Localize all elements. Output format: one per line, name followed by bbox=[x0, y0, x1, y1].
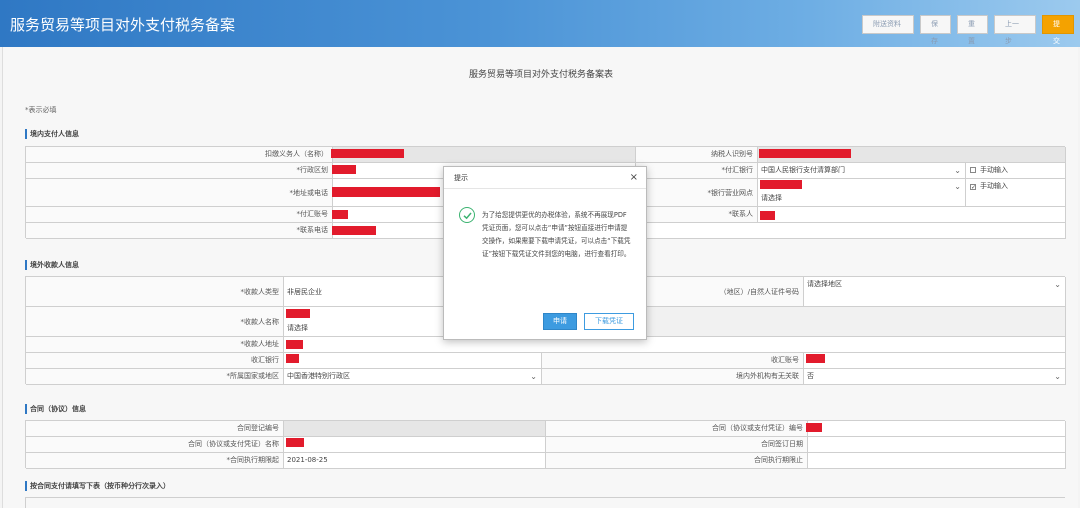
payer-bank-select[interactable]: 中国人民银行支付清算部门 bbox=[758, 163, 966, 179]
save-button[interactable]: 保存 bbox=[920, 15, 951, 45]
reset-button[interactable]: 重置 bbox=[957, 15, 988, 45]
success-check-icon bbox=[459, 207, 475, 223]
close-icon[interactable]: × bbox=[630, 167, 638, 189]
label-bank-branch: *银行营业网点 bbox=[636, 179, 758, 207]
dialog-title: 提示 bbox=[454, 174, 468, 182]
manual-input-1[interactable]: 手动输入 bbox=[966, 163, 1066, 179]
label-payer-bank: *付汇银行 bbox=[636, 163, 758, 179]
payment-table bbox=[25, 497, 1065, 508]
related-select[interactable]: 否 bbox=[804, 369, 1066, 385]
redaction-mark bbox=[331, 149, 404, 158]
notice-dialog: 提示 × 为了给您提供更优的办税体验，系统不再展现PDF凭证页面，您可以点击“申… bbox=[443, 166, 647, 340]
app-header: 服务贸易等项目对外支付税务备案 附送资料 保存 重置 上一步 提交 bbox=[0, 0, 1080, 47]
redaction-mark bbox=[286, 354, 299, 363]
contract-no-field[interactable] bbox=[808, 421, 1066, 437]
redaction-mark bbox=[286, 438, 304, 447]
reg-no-field bbox=[284, 421, 546, 437]
dialog-header: 提示 × bbox=[444, 167, 646, 189]
manual-input-2[interactable]: ✓ 手动输入 bbox=[966, 179, 1066, 207]
redaction-mark bbox=[286, 340, 303, 349]
label-country: *所属国家或地区 bbox=[26, 369, 284, 385]
sign-date-field[interactable] bbox=[808, 437, 1066, 453]
label-exec-start: *合同执行期限起 bbox=[26, 453, 284, 469]
label-exec-end: 合同执行期限止 bbox=[546, 453, 808, 469]
label-region: *行政区划 bbox=[26, 163, 333, 179]
label-contract-name: 合同（协议或支付凭证）名称 bbox=[26, 437, 284, 453]
label-payee-type: *收款人类型 bbox=[26, 277, 284, 307]
header-toolbar: 附送资料 保存 重置 上一步 提交 bbox=[862, 15, 1074, 45]
country-select[interactable]: 中国香港特别行政区 bbox=[284, 369, 542, 385]
previous-step-button[interactable]: 上一步 bbox=[994, 15, 1036, 45]
label-payee-address: *收款人地址 bbox=[26, 337, 284, 353]
attach-docs-button[interactable]: 附送资料 bbox=[862, 15, 914, 34]
label-taxpayer-id: 纳税人识别号 bbox=[636, 147, 758, 163]
submit-button[interactable]: 提交 bbox=[1042, 15, 1074, 45]
label-contact: *联系人 bbox=[636, 207, 758, 223]
redaction-mark bbox=[332, 165, 356, 174]
id-type-select[interactable]: 请选择地区 bbox=[804, 277, 1066, 307]
redaction-mark bbox=[760, 211, 775, 220]
label-contract-no: 合同（协议或支付凭证）编号 bbox=[546, 421, 808, 437]
label-account: *付汇账号 bbox=[26, 207, 333, 223]
manual-input-label-1: 手动输入 bbox=[980, 166, 1008, 174]
section-payment-title: 按合同支付请填写下表（按币种分行次录入） bbox=[25, 481, 170, 491]
download-voucher-button[interactable]: 下载凭证 bbox=[584, 313, 634, 330]
section-contract-title: 合同（协议）信息 bbox=[25, 404, 86, 414]
required-note: *表示必填 bbox=[25, 106, 57, 114]
label-related: 境内外机构有无关联 bbox=[542, 369, 804, 385]
bank-field[interactable] bbox=[284, 353, 542, 369]
label-reg-no: 合同登记编号 bbox=[26, 421, 284, 437]
app-title: 服务贸易等项目对外支付税务备案 bbox=[10, 17, 236, 34]
redaction-mark bbox=[806, 423, 822, 432]
redaction-mark bbox=[332, 210, 348, 219]
redaction-mark bbox=[332, 187, 440, 197]
contact-field[interactable] bbox=[758, 207, 1066, 223]
redaction-mark bbox=[760, 180, 802, 189]
payee-address-field[interactable] bbox=[284, 337, 1066, 353]
redaction-mark bbox=[286, 309, 310, 318]
contract-name-field[interactable] bbox=[284, 437, 546, 453]
manual-input-label-2: 手动输入 bbox=[980, 182, 1008, 190]
manual-input-checkbox-1[interactable] bbox=[970, 167, 976, 173]
exec-start-field[interactable]: 2021-08-25 bbox=[284, 453, 546, 469]
label-phone: *联系电话 bbox=[26, 223, 333, 239]
apply-button[interactable]: 申请 bbox=[543, 313, 577, 330]
manual-input-checkbox-2[interactable]: ✓ bbox=[970, 184, 976, 191]
label-sign-date: 合同签订日期 bbox=[546, 437, 808, 453]
section-payee-title: 境外收款人信息 bbox=[25, 260, 79, 270]
exec-end-field[interactable] bbox=[808, 453, 1066, 469]
redaction-mark bbox=[806, 354, 825, 363]
label-address: *地址或电话 bbox=[26, 179, 333, 207]
label-taxpayer-name: 扣缴义务人（名称） bbox=[26, 147, 333, 163]
section-payer-title: 境内支付人信息 bbox=[25, 129, 79, 139]
label-bank-account: 收汇账号 bbox=[542, 353, 804, 369]
form-title: 服务贸易等项目对外支付税务备案表 bbox=[468, 70, 613, 80]
contract-table: 合同登记编号 合同（协议或支付凭证）编号 合同（协议或支付凭证）名称 合同签订日… bbox=[25, 420, 1066, 469]
bank-account-field[interactable] bbox=[804, 353, 1066, 369]
redaction-mark bbox=[759, 149, 851, 158]
dialog-message: 为了给您提供更优的办税体验，系统不再展现PDF凭证页面，您可以点击“申请”按钮直… bbox=[482, 211, 631, 258]
redaction-mark bbox=[332, 226, 376, 235]
label-bank: 收汇银行 bbox=[26, 353, 284, 369]
label-payee-name: *收款人名称 bbox=[26, 307, 284, 337]
